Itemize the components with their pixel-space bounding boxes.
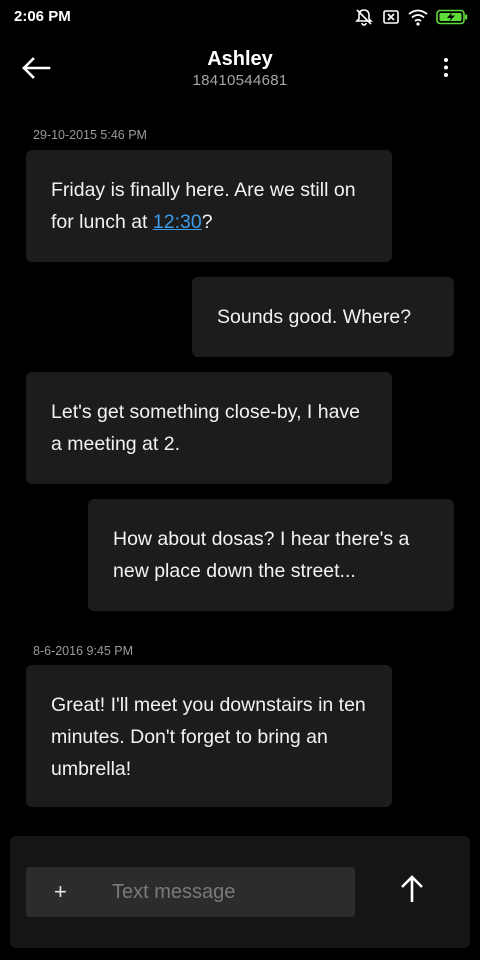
outgoing-message[interactable]: How about dosas? I hear there's a new pl… — [88, 499, 454, 611]
outgoing-message[interactable]: Sounds good. Where? — [192, 277, 454, 357]
time-link[interactable]: 12:30 — [153, 211, 202, 233]
status-time: 2:06 PM — [14, 8, 71, 25]
more-options-button[interactable] — [438, 54, 454, 84]
message-composer: + — [10, 836, 470, 948]
send-button[interactable] — [398, 874, 426, 904]
more-vertical-icon — [438, 58, 454, 88]
incoming-message[interactable]: Let's get something close-by, I have a m… — [26, 372, 392, 484]
wifi-icon — [408, 8, 428, 26]
notifications-off-icon — [354, 7, 374, 27]
arrow-up-icon — [398, 875, 426, 908]
contact-name: Ashley — [207, 48, 273, 70]
contact-number: 18410544681 — [192, 72, 288, 89]
timestamp: 29-10-2015 5:46 PM — [33, 128, 147, 142]
incoming-message[interactable]: Friday is finally here. Are we still on … — [26, 150, 392, 262]
battery-charging-icon — [436, 9, 468, 25]
message-text-end: ? — [201, 211, 213, 233]
message-text: How about dosas? I hear there's a new pl… — [113, 528, 410, 582]
incoming-message[interactable]: Great! I'll meet you downstairs in ten m… — [26, 665, 392, 807]
conversation-header: Ashley 18410544681 — [0, 34, 480, 114]
message-text: Sounds good. Where? — [217, 306, 412, 328]
status-bar: 2:06 PM — [0, 0, 480, 34]
message-text: Great! I'll meet you downstairs in ten m… — [51, 694, 366, 780]
sim-off-icon — [382, 8, 400, 26]
status-icons — [354, 7, 468, 27]
message-input-box[interactable]: + — [26, 867, 355, 917]
message-text: Let's get something close-by, I have a m… — [51, 401, 361, 455]
timestamp: 8-6-2016 9:45 PM — [33, 644, 134, 658]
message-input[interactable] — [110, 876, 342, 908]
add-attachment-button[interactable]: + — [54, 879, 67, 905]
